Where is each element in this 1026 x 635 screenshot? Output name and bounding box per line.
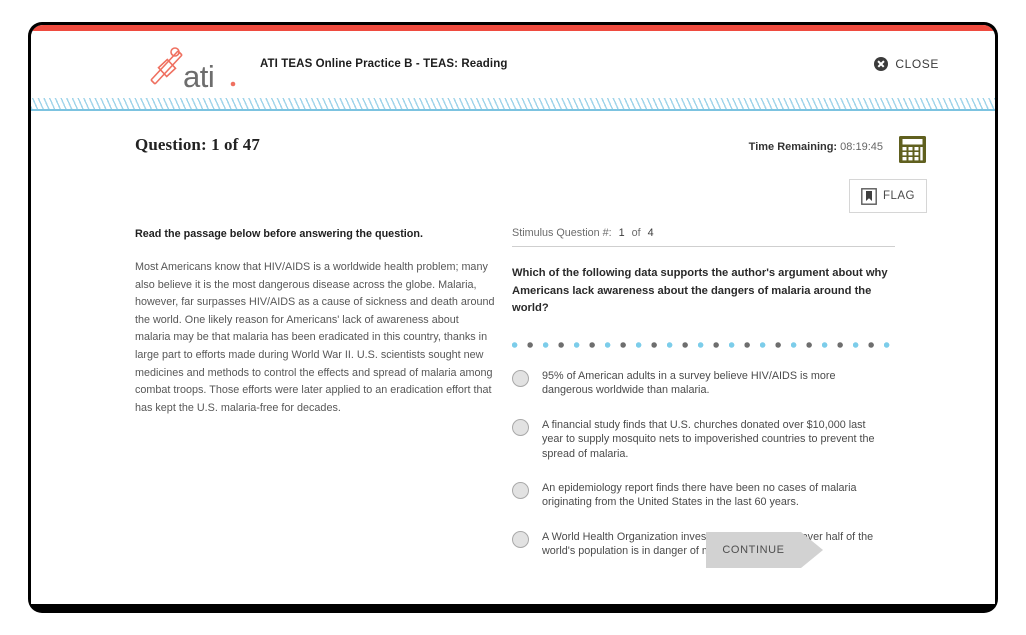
- flag-button[interactable]: FLAG: [849, 179, 927, 213]
- answer-option[interactable]: 95% of American adults in a survey belie…: [512, 369, 895, 398]
- answer-option-label: An epidemiology report finds there have …: [542, 481, 857, 509]
- calculator-button[interactable]: [898, 135, 927, 164]
- continue-button[interactable]: CONTINUE: [706, 532, 801, 568]
- answer-option-label: 95% of American adults in a survey belie…: [542, 370, 836, 397]
- page-title: ATI TEAS Online Practice B - TEAS: Readi…: [260, 58, 508, 70]
- answer-option[interactable]: A financial study finds that U.S. church…: [512, 418, 895, 461]
- content-area: Question: 1 of 47 Time Remaining: 08:19:…: [31, 111, 995, 604]
- passage-instruction: Read the passage below before answering …: [135, 228, 423, 240]
- stimulus-index: 1: [618, 227, 625, 239]
- flag-label: FLAG: [882, 190, 916, 202]
- radio-button[interactable]: [512, 418, 529, 436]
- stimulus-question-header: Stimulus Question #: 1 of 4: [512, 227, 895, 247]
- continue-arrow-icon[interactable]: [801, 532, 823, 568]
- window-inner-surface: ati ATI TEAS Online Practice B - TEAS: R…: [31, 25, 995, 604]
- answer-option[interactable]: A World Health Organization investigatio…: [512, 530, 895, 559]
- radio-button[interactable]: [512, 370, 529, 388]
- continue-label: CONTINUE: [722, 544, 785, 556]
- close-icon: [874, 57, 889, 71]
- svg-text:ati: ati: [183, 59, 214, 94]
- stimulus-of-word: of: [631, 227, 641, 239]
- application-window: ati ATI TEAS Online Practice B - TEAS: R…: [28, 22, 998, 613]
- question-prompt: Which of the following data supports the…: [512, 267, 888, 315]
- question-counter: Question: 1 of 47: [135, 135, 260, 154]
- time-remaining-label: Time Remaining:: [748, 141, 838, 153]
- stimulus-total: 4: [647, 227, 654, 239]
- time-remaining-value: 08:19:45: [840, 141, 883, 153]
- close-button[interactable]: CLOSE: [874, 57, 939, 71]
- radio-button[interactable]: [512, 481, 529, 499]
- answer-option[interactable]: An epidemiology report finds there have …: [512, 481, 895, 510]
- passage-panel: Read the passage below before answering …: [135, 227, 495, 417]
- question-panel: Stimulus Question #: 1 of 4 Which of the…: [512, 227, 895, 578]
- close-label: CLOSE: [895, 57, 939, 71]
- passage-text: Most Americans know that HIV/AIDS is a w…: [135, 261, 495, 414]
- hatched-divider: [31, 98, 995, 109]
- calculator-icon: [899, 136, 926, 163]
- ati-logo: ati: [145, 43, 240, 95]
- header-bar: ati ATI TEAS Online Practice B - TEAS: R…: [31, 31, 995, 98]
- answer-options-list: 95% of American adults in a survey belie…: [512, 369, 895, 558]
- answer-option-label: A financial study finds that U.S. church…: [542, 418, 875, 460]
- dotted-divider: [512, 342, 892, 349]
- time-remaining: Time Remaining: 08:19:45: [749, 141, 883, 153]
- stimulus-label: Stimulus Question #:: [512, 227, 612, 239]
- flag-icon: [861, 187, 877, 205]
- radio-button[interactable]: [512, 530, 529, 548]
